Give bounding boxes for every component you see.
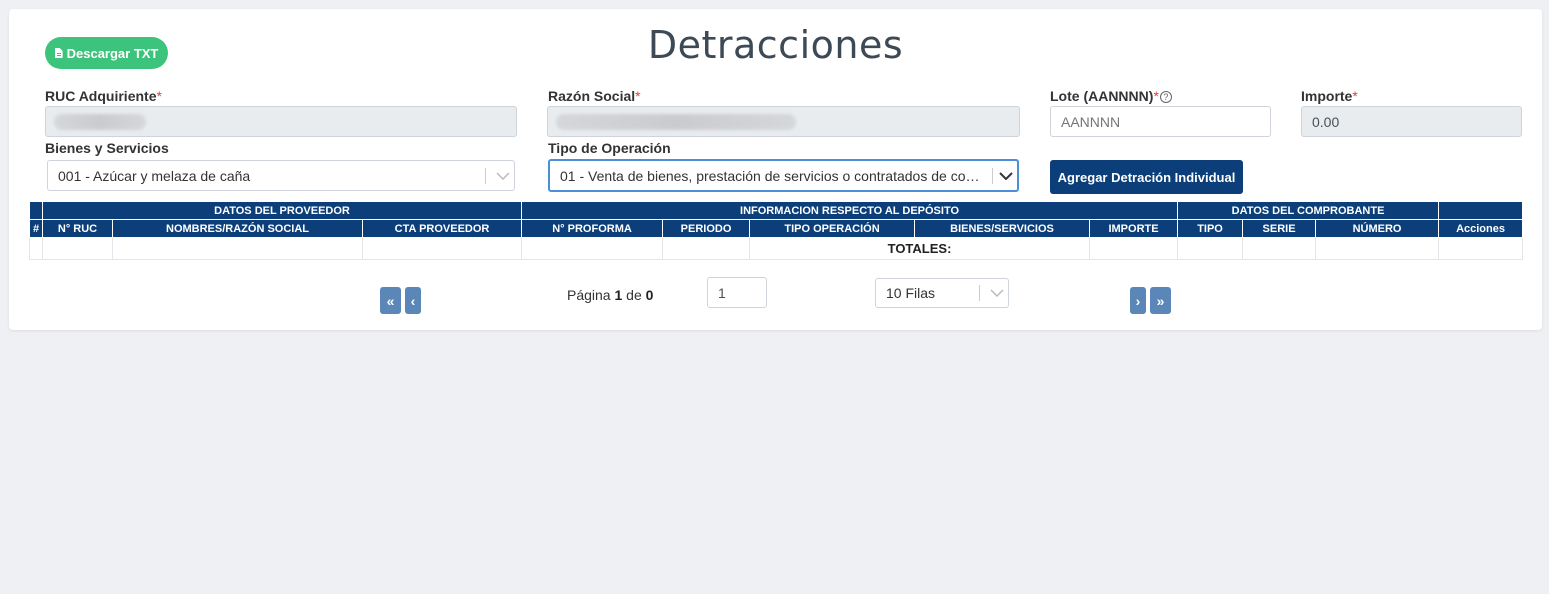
col-header-bienes-servicios: BIENES/SERVICIOS	[914, 219, 1091, 238]
redacted-value	[556, 113, 796, 130]
col-header-numero: NÚMERO	[1315, 219, 1440, 238]
importe-value: 0.00	[1312, 113, 1340, 130]
table-cell	[361, 237, 523, 260]
page-title: Detracciones	[647, 23, 904, 67]
importe-label: Importe*	[1301, 88, 1358, 104]
select-separator	[485, 167, 486, 184]
group-header-row: DATOS DEL PROVEEDOR INFORMACION RESPECTO…	[29, 201, 1524, 220]
page-word: Página	[567, 287, 611, 303]
col-header-cta-proveedor: CTA PROVEEDOR	[361, 219, 523, 238]
col-header-tipo: TIPO	[1177, 219, 1244, 238]
tipo-operacion-selected: 01 - Venta de bienes, prestación de serv…	[560, 167, 986, 184]
lote-label-text: Lote (AANNNN)	[1050, 88, 1154, 104]
group-header-actions	[1438, 201, 1524, 220]
current-page: 1	[614, 287, 623, 303]
select-separator	[979, 285, 980, 301]
table-cell	[662, 237, 751, 260]
table-cell	[521, 237, 664, 260]
col-header-index: #	[29, 219, 43, 238]
table-cell	[1089, 237, 1179, 260]
table-cell	[1438, 237, 1524, 260]
select-separator	[992, 167, 993, 184]
col-header-ruc: N° RUC	[42, 219, 113, 238]
lote-input[interactable]	[1050, 106, 1271, 137]
ruc-label-text: RUC Adquiriente	[45, 88, 157, 104]
main-card: Descargar TXT Detracciones RUC Adquirien…	[9, 9, 1542, 330]
bienes-selected: 001 - Azúcar y melaza de caña	[58, 167, 251, 184]
help-icon[interactable]: ?	[1159, 91, 1172, 103]
chevron-down-icon	[995, 161, 1017, 190]
rows-selected: 10 Filas	[886, 285, 936, 301]
razon-social-input[interactable]	[547, 106, 1020, 137]
bienes-select[interactable]: 001 - Azúcar y melaza de caña	[47, 160, 515, 191]
lote-label: Lote (AANNNN)*?	[1050, 88, 1172, 104]
chevron-down-icon	[492, 161, 514, 190]
required-mark: *	[1352, 88, 1358, 104]
razon-label-text: Razón Social	[548, 88, 636, 104]
col-header-tipo-operacion: TIPO OPERACIÓN	[749, 219, 916, 238]
col-header-proforma: N° PROFORMA	[521, 219, 664, 238]
importe-label-text: Importe	[1301, 88, 1353, 104]
table-cell	[1242, 237, 1317, 260]
add-detraccion-button[interactable]: Agregar Detración Individual	[1050, 160, 1243, 194]
table-cell	[42, 237, 113, 260]
group-header-deposito: INFORMACION RESPECTO AL DEPÓSITO	[521, 201, 1179, 220]
rows-per-page-select[interactable]: 10 Filas	[875, 278, 1009, 308]
table-cell	[29, 237, 43, 260]
totals-row: TOTALES:	[29, 237, 1524, 260]
of-word: de	[626, 287, 642, 303]
col-header-serie: SERIE	[1242, 219, 1317, 238]
col-header-acciones: Acciones	[1438, 219, 1524, 238]
total-pages: 0	[645, 287, 654, 303]
required-mark: *	[1153, 88, 1159, 104]
ruc-input[interactable]	[45, 106, 517, 137]
importe-input[interactable]: 0.00	[1301, 106, 1522, 137]
next-page-button[interactable]: ›	[1130, 287, 1146, 314]
redacted-value	[54, 113, 146, 130]
tipo-operacion-select[interactable]: 01 - Venta de bienes, prestación de serv…	[548, 159, 1019, 192]
detracciones-table: DATOS DEL PROVEEDOR INFORMACION RESPECTO…	[29, 201, 1524, 260]
column-header-row: # N° RUC NOMBRES/RAZÓN SOCIAL CTA PROVEE…	[29, 219, 1524, 238]
table-cell	[1315, 237, 1440, 260]
tipo-operacion-label: Tipo de Operación	[548, 140, 671, 156]
required-mark: *	[635, 88, 641, 104]
totals-label: TOTALES:	[749, 237, 1091, 260]
page-indicator: Página 1 de 0	[567, 286, 653, 304]
required-mark: *	[156, 88, 162, 104]
table-cell	[112, 237, 363, 260]
ruc-label: RUC Adquiriente*	[45, 88, 162, 104]
group-header-blank	[29, 201, 43, 220]
col-header-razon-social: NOMBRES/RAZÓN SOCIAL	[112, 219, 363, 238]
group-header-comprobante: DATOS DEL COMPROBANTE	[1177, 201, 1440, 220]
col-header-periodo: PERIODO	[662, 219, 751, 238]
table-cell	[1177, 237, 1244, 260]
razon-label: Razón Social*	[548, 88, 641, 104]
last-page-button[interactable]: »	[1150, 287, 1171, 314]
page-number-input[interactable]: 1	[707, 277, 767, 308]
bienes-label: Bienes y Servicios	[45, 140, 169, 156]
first-page-button[interactable]: «	[380, 287, 401, 314]
page-number-value: 1	[718, 284, 726, 301]
chevron-down-icon	[986, 279, 1008, 307]
col-header-importe: IMPORTE	[1089, 219, 1179, 238]
prev-page-button[interactable]: ‹	[405, 287, 421, 314]
group-header-proveedor: DATOS DEL PROVEEDOR	[41, 201, 523, 220]
